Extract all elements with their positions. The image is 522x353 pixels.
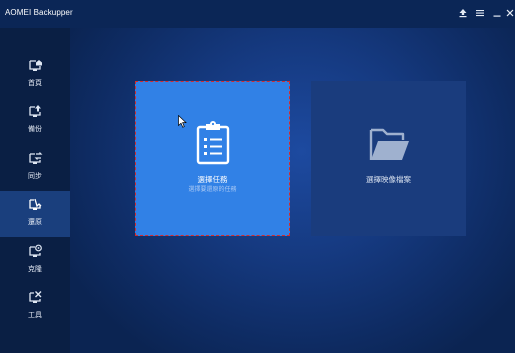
window-edge [515, 0, 522, 353]
sidebar-item-home[interactable]: 首頁 [0, 52, 70, 98]
backup-icon [27, 103, 43, 119]
main-panel: 選擇任務 選擇要還原的任務 選擇映像檔案 [70, 28, 515, 353]
sidebar-item-tools[interactable]: 工具 [0, 284, 70, 330]
sidebar-item-label: 工具 [28, 311, 42, 319]
clipboard-list-icon [191, 119, 235, 167]
sidebar-item-backup[interactable]: 備份 [0, 98, 70, 144]
select-image-file-card[interactable]: 選擇映像檔案 [311, 81, 466, 236]
sidebar-item-label: 首頁 [28, 79, 42, 87]
sidebar: 首頁 備份 同步 還原 克隆 工具 [0, 28, 70, 353]
minimize-icon[interactable] [490, 6, 504, 20]
sidebar-item-label: 備份 [28, 125, 42, 133]
close-icon[interactable] [503, 6, 515, 20]
sidebar-item-label: 還原 [28, 218, 42, 226]
sidebar-item-clone[interactable]: 克隆 [0, 238, 70, 284]
upgrade-icon[interactable] [456, 6, 470, 20]
app-window: AOMEI Backupper 首頁 備份 同步 還原 克隆 工具 選擇任務 選… [0, 0, 515, 353]
sidebar-item-sync[interactable]: 同步 [0, 145, 70, 191]
sync-icon [27, 150, 43, 166]
mouse-cursor-icon [178, 115, 187, 128]
restore-icon [27, 196, 43, 212]
home-icon [27, 57, 43, 73]
folder-open-icon [367, 124, 411, 172]
tools-icon [27, 289, 43, 305]
select-task-card[interactable]: 選擇任務 選擇要還原的任務 [135, 81, 290, 236]
clone-icon [27, 243, 43, 259]
select-task-subtitle: 選擇要還原的任務 [188, 186, 237, 193]
sidebar-item-restore[interactable]: 還原 [0, 191, 70, 237]
sidebar-item-label: 同步 [28, 172, 42, 180]
menu-icon[interactable] [473, 6, 487, 20]
title-bar: AOMEI Backupper [0, 0, 515, 28]
select-image-file-title: 選擇映像檔案 [366, 175, 411, 184]
app-title: AOMEI Backupper [5, 8, 73, 17]
sidebar-item-label: 克隆 [28, 265, 42, 273]
